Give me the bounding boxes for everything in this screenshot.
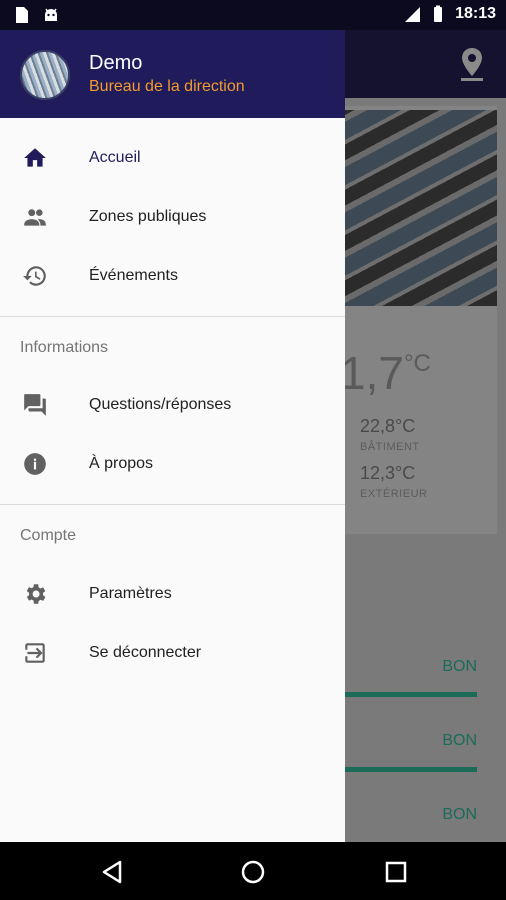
outside-label: EXTÉRIEUR (360, 488, 428, 500)
nav-item-label: À propos (89, 455, 154, 472)
nav-item-accueil[interactable]: Accueil (0, 130, 345, 186)
lte-signal-icon (405, 7, 421, 22)
nav-item-label: Zones publiques (89, 208, 207, 225)
status-label: BON (442, 658, 477, 675)
divider (0, 316, 345, 317)
back-icon[interactable] (98, 858, 126, 886)
section-title-compte: Compte (20, 527, 77, 544)
history-icon (23, 266, 46, 286)
nav-item-label: Questions/réponses (89, 396, 232, 413)
nav-item-parametres[interactable]: Paramètres (0, 566, 345, 622)
nav-item-label: Accueil (89, 149, 141, 166)
divider (0, 504, 345, 505)
user-name: Demo (89, 52, 143, 74)
building-label: BÂTIMENT (360, 441, 420, 453)
nav-item-se-deconnecter[interactable]: Se déconnecter (0, 625, 345, 681)
nav-item-zones-publiques[interactable]: Zones publiques (0, 189, 345, 245)
home-icon (24, 148, 46, 167)
status-bar: 18:13 (0, 0, 506, 30)
nav-item-label: Paramètres (89, 585, 172, 602)
gear-icon (26, 584, 46, 604)
logout-icon (25, 643, 45, 663)
building-image (330, 110, 497, 306)
location-pin-icon[interactable] (458, 46, 486, 82)
status-meter (345, 692, 477, 697)
sd-card-icon (16, 7, 28, 23)
navigation-drawer: Demo Bureau de la direction Accueil Zone… (0, 30, 345, 842)
status-label: BON (442, 732, 477, 749)
android-icon (45, 8, 57, 21)
section-title-informations: Informations (20, 339, 109, 356)
recents-icon[interactable] (382, 858, 410, 886)
drawer-header: Demo Bureau de la direction (0, 30, 345, 118)
outside-temperature: 12,3°C (360, 463, 416, 483)
nav-item-label: Se déconnecter (89, 644, 202, 661)
status-label: BON (442, 806, 477, 823)
weather-card: 1,7°C 22,8°C BÂTIMENT 12,3°C EXTÉRIEUR (330, 106, 497, 534)
people-icon (24, 209, 46, 226)
nav-item-questions-reponses[interactable]: Questions/réponses (0, 377, 345, 433)
status-meter (345, 767, 477, 772)
avatar[interactable] (20, 50, 70, 100)
nav-item-label: Événements (89, 267, 178, 284)
info-icon (24, 453, 46, 475)
home-circle-icon[interactable] (239, 858, 267, 886)
nav-item-a-propos[interactable]: À propos (0, 436, 345, 492)
building-temperature: 22,8°C (360, 416, 416, 436)
forum-icon (24, 394, 46, 416)
system-navigation-bar (0, 842, 506, 900)
status-clock: 18:13 (455, 5, 496, 22)
main-temperature: 1,7°C (340, 347, 431, 399)
user-role: Bureau de la direction (89, 78, 245, 95)
battery-icon (434, 5, 443, 22)
nav-item-evenements[interactable]: Événements (0, 248, 345, 304)
